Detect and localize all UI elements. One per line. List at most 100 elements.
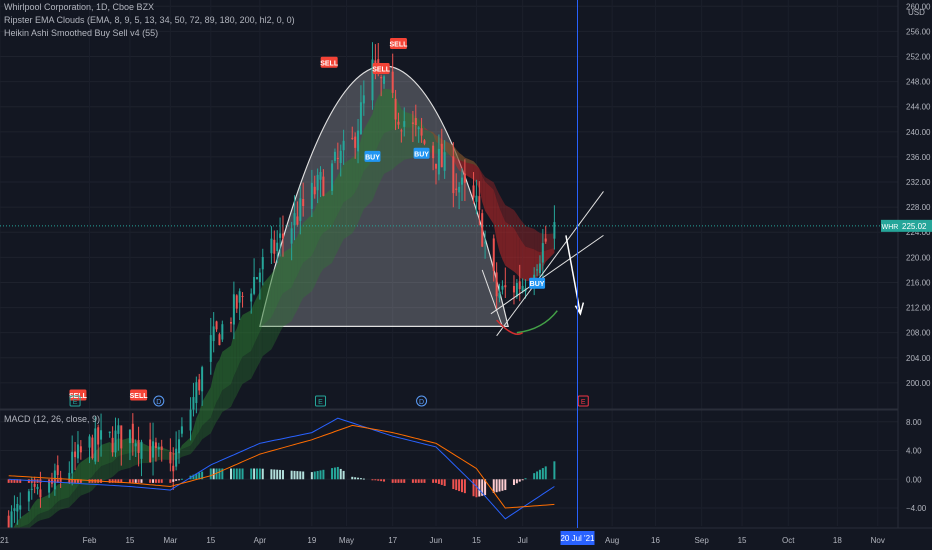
macd-histogram-bar bbox=[383, 479, 386, 482]
macd-histogram-bar bbox=[357, 477, 360, 480]
indicator-ema-clouds-legend[interactable]: Ripster EMA Clouds (EMA, 8, 9, 5, 13, 34… bbox=[4, 15, 295, 25]
candle-body bbox=[290, 228, 293, 244]
ema-cloud-segment bbox=[239, 314, 243, 363]
ema-cloud-segment bbox=[274, 305, 278, 344]
candle-body bbox=[270, 238, 273, 254]
event-markers[interactable]: EDEDE bbox=[69, 395, 589, 407]
candle-body bbox=[273, 239, 276, 254]
macd-histogram-bar bbox=[149, 479, 152, 483]
macd-histogram-bar bbox=[255, 468, 258, 480]
last-price-value: 225.02 bbox=[902, 222, 927, 231]
macd-histogram-bar bbox=[518, 479, 521, 482]
candle-body bbox=[383, 76, 386, 84]
candle-body bbox=[27, 491, 30, 502]
macd-histogram-bar bbox=[498, 479, 501, 492]
price-tick-label: 216.00 bbox=[906, 278, 931, 287]
time-tick-label: 16 bbox=[651, 536, 660, 545]
ema-cloud-segment bbox=[141, 442, 151, 452]
macd-histogram-bar bbox=[238, 468, 241, 480]
ema-cloud-segment bbox=[525, 246, 535, 282]
candle-body bbox=[411, 122, 414, 124]
down-arrow-shaft[interactable] bbox=[565, 235, 582, 314]
candle-body bbox=[253, 277, 256, 294]
symbol-title: Whirlpool Corporation, 1D, Cboe BZX bbox=[4, 2, 155, 12]
candle-body bbox=[293, 213, 296, 226]
ema-cloud-segment bbox=[355, 186, 359, 229]
time-tick-label: 2021 bbox=[0, 536, 9, 545]
ema-cloud-segment bbox=[375, 96, 379, 153]
candle-body bbox=[71, 451, 74, 474]
ema-cloud-segment bbox=[337, 208, 341, 251]
candle-body bbox=[97, 427, 100, 445]
price-tick-label: 236.00 bbox=[906, 153, 931, 162]
ema-cloud-segment bbox=[101, 463, 110, 482]
macd-histogram-bar bbox=[157, 479, 160, 483]
macd-histogram-bar bbox=[229, 468, 232, 480]
candle-body bbox=[131, 423, 134, 443]
chart-canvas[interactable]: SELL SELLSELLSELLSELLBUY BUYBUY EDEDE 200.… bbox=[0, 0, 932, 550]
candle-body bbox=[172, 465, 175, 472]
macd-histogram-bar bbox=[354, 477, 357, 480]
macd-histogram-bar bbox=[403, 479, 406, 483]
time-tick-label: Sep bbox=[695, 536, 710, 545]
candle-body bbox=[149, 439, 152, 463]
macd-histogram-bar bbox=[521, 479, 524, 481]
candle-body bbox=[420, 128, 423, 136]
time-tick-label: 15 bbox=[206, 536, 215, 545]
candle-body bbox=[250, 293, 253, 302]
indicator-heikin-legend[interactable]: Heikin Ashi Smoothed Buy Sell v4 (55) bbox=[4, 28, 158, 38]
candle-body bbox=[261, 257, 264, 270]
macd-histogram-bar bbox=[414, 479, 417, 483]
ema-cloud-segment bbox=[271, 269, 275, 318]
macd-histogram-bar bbox=[423, 479, 426, 483]
price-tick-label: 240.00 bbox=[906, 128, 931, 137]
candle-body bbox=[111, 437, 114, 453]
candle-body bbox=[79, 446, 82, 453]
macd-histogram-bar bbox=[538, 469, 541, 480]
macd-histogram-bar bbox=[342, 470, 345, 480]
macd-histogram-bar bbox=[435, 479, 438, 483]
macd-histogram-bar bbox=[27, 479, 30, 483]
candle-body bbox=[212, 326, 215, 342]
macd-histogram-bar bbox=[175, 479, 178, 481]
macd-histogram-bar bbox=[134, 479, 137, 483]
candle-body bbox=[504, 285, 507, 288]
candle-body bbox=[258, 272, 261, 283]
macd-histogram-bar bbox=[512, 479, 515, 485]
candle-body bbox=[169, 452, 172, 464]
price-tick-label: 252.00 bbox=[906, 52, 931, 61]
ema-cloud-segment bbox=[323, 226, 333, 269]
candle-body bbox=[331, 163, 334, 191]
time-tick-label: 19 bbox=[307, 536, 316, 545]
macd-legend[interactable]: MACD (12, 26, close, 9) bbox=[4, 414, 100, 424]
candle-body bbox=[536, 269, 539, 271]
candle-body bbox=[417, 127, 420, 130]
symbol-label: WHR bbox=[882, 224, 899, 231]
macd-histogram-bar bbox=[319, 470, 322, 480]
ema-cloud-segment bbox=[219, 351, 223, 397]
macd-histogram-bar bbox=[310, 472, 313, 480]
macd-histogram-bar bbox=[331, 468, 334, 480]
candle-body bbox=[299, 198, 302, 221]
candle-body bbox=[400, 130, 403, 132]
ema-cloud-segment bbox=[121, 437, 130, 456]
macd-histogram-bar bbox=[241, 468, 244, 480]
candle-body bbox=[521, 285, 524, 291]
price-tick-label: 208.00 bbox=[906, 329, 931, 338]
candle-body bbox=[322, 176, 325, 196]
candle-body bbox=[472, 185, 475, 198]
macd-histogram-bar bbox=[270, 469, 273, 480]
candle-body bbox=[359, 102, 362, 134]
ema-cloud-segment bbox=[141, 450, 151, 464]
time-tick-label: Aug bbox=[605, 536, 619, 545]
candle-body bbox=[437, 148, 440, 175]
signal-label-buy: BUY bbox=[530, 281, 545, 288]
candle-body bbox=[498, 293, 501, 298]
macd-histogram-bar bbox=[452, 479, 455, 490]
candle-body bbox=[463, 173, 466, 183]
ema-cloud-segment bbox=[230, 334, 234, 385]
ema-cloud-segment bbox=[31, 502, 35, 521]
macd-histogram-bar bbox=[178, 479, 181, 481]
macd-histogram-bar bbox=[232, 468, 235, 480]
candle-body bbox=[198, 379, 201, 391]
